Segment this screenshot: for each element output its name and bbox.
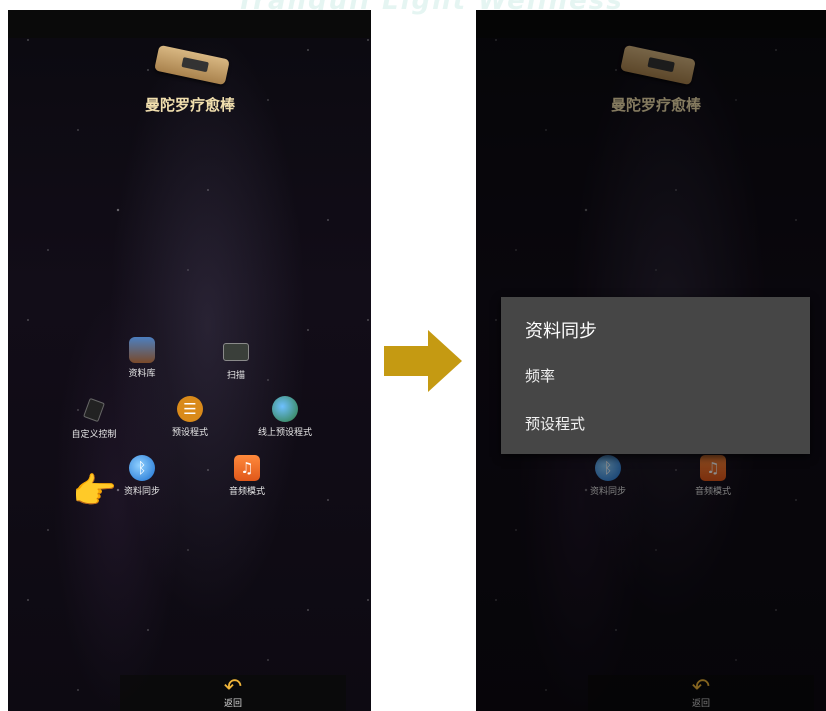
- back-button[interactable]: ↶ 返回: [120, 675, 346, 711]
- menu-item-preset-program[interactable]: ☰ 预设程式: [140, 396, 240, 438]
- scanner-icon: [223, 343, 249, 361]
- sync-dialog: 资料同步 频率 预设程式: [501, 297, 810, 454]
- menu-item-custom-control[interactable]: 自定义控制: [44, 396, 144, 440]
- menu-item-online-preset[interactable]: 线上预设程式: [235, 396, 335, 438]
- back-arrow-icon: ↶: [223, 675, 243, 700]
- dialog-option-frequency[interactable]: 频率: [525, 365, 785, 386]
- books-icon: [129, 337, 155, 363]
- menu-item-database[interactable]: 资料库: [92, 337, 192, 379]
- dialog-title: 资料同步: [525, 321, 597, 342]
- pointing-hand-icon: 👉: [72, 471, 117, 512]
- phone-screen-after: 曼陀罗疗愈棒 ᛒ 资料同步 ♫ 音频模式 ↶ 返回 资料同步 频率 预设程式: [476, 10, 826, 711]
- music-note-icon: ♫: [234, 455, 260, 481]
- phone-screen-before: 曼陀罗疗愈棒 资料库 扫描 自定义控制 ☰ 预设程式 线上预设程式 ᛒ 资料同步…: [8, 10, 371, 711]
- sliders-icon: ☰: [177, 396, 203, 422]
- app-title: 曼陀罗疗愈棒: [144, 96, 235, 114]
- status-bar: [8, 10, 371, 38]
- menu-item-audio-mode[interactable]: ♫ 音频模式: [197, 455, 297, 497]
- transition-arrow-icon: [384, 330, 462, 392]
- bluetooth-icon: ᛒ: [129, 455, 155, 481]
- remote-control-icon: [83, 397, 105, 423]
- menu-item-scan[interactable]: 扫描: [186, 337, 286, 381]
- dialog-option-preset-program[interactable]: 预设程式: [525, 413, 785, 434]
- globe-icon: [272, 396, 298, 422]
